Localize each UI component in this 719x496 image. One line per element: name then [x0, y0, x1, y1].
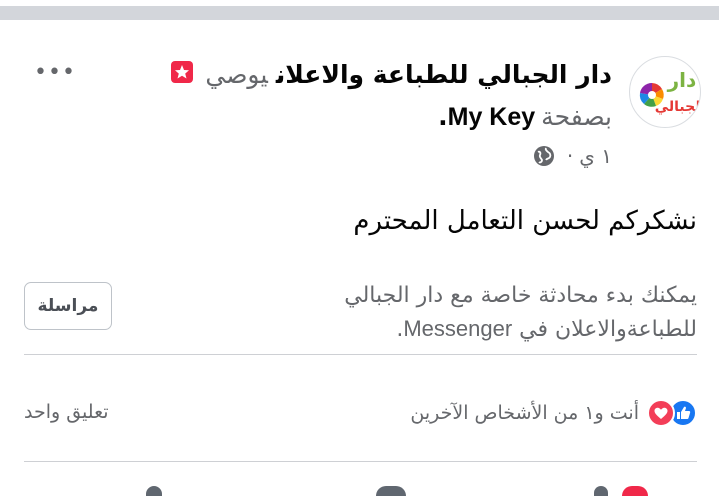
love-icon [647, 399, 675, 427]
reactions-text: أنت و١ من الأشخاص الآخرين [410, 402, 639, 424]
comment-action-icon[interactable] [376, 486, 406, 496]
messenger-prompt-text: للطباعةوالاعلان في [519, 317, 697, 342]
on-page-prefix: بصفحة [541, 102, 612, 131]
header-period: . [438, 102, 448, 131]
avatar-text-top: دار [667, 68, 697, 92]
post-body-text: نشكركم لحسن التعامل المحترم [353, 206, 697, 236]
messenger-prompt-line1: يمكنك بدء محادثة خاصة مع دار الجبالي [344, 283, 697, 308]
post-header-line2: بصفحةMy Key. [438, 100, 612, 134]
recommends-verb: يوصي [205, 60, 268, 89]
page-avatar[interactable]: دار الجبالي [629, 56, 701, 128]
comments-count[interactable]: تعليق واحد [24, 401, 109, 423]
divider [24, 354, 697, 355]
reaction-icons [647, 399, 697, 427]
more-options-icon[interactable]: ••• [34, 60, 76, 85]
star-badge-icon [171, 61, 194, 83]
messenger-prompt: يمكنك بدء محادثة خاصة مع دار الجبالي للط… [277, 279, 697, 346]
globe-icon[interactable] [533, 145, 555, 167]
previous-post-edge [0, 0, 719, 20]
reactions-summary[interactable]: أنت و١ من الأشخاص الآخرين [410, 399, 697, 427]
avatar-text-bottom: الجبالي [655, 99, 700, 115]
divider [24, 461, 697, 462]
avatar-logo-icon: دار الجبالي [639, 68, 700, 115]
messenger-prompt-line2: للطباعةوالاعلان في Messenger. [277, 312, 697, 346]
meta-separator: · [566, 144, 574, 168]
post-time[interactable]: ١ ي [579, 141, 612, 171]
send-message-button[interactable]: مراسلة [24, 282, 112, 330]
author-name[interactable]: دار الجبالي للطباعة والاعلان [276, 60, 612, 89]
messenger-brand: Messenger [403, 316, 513, 341]
share-action-icon[interactable] [594, 486, 608, 496]
like-action-icon[interactable] [146, 486, 162, 496]
reaction-action-icon[interactable] [622, 486, 648, 496]
post-meta: ١ ي · [533, 141, 612, 171]
recommended-page-link[interactable]: My Key [448, 103, 536, 131]
feed-separator [0, 6, 719, 20]
post-header-line1: دار الجبالي للطباعة والاعلان يوصي [171, 58, 612, 92]
